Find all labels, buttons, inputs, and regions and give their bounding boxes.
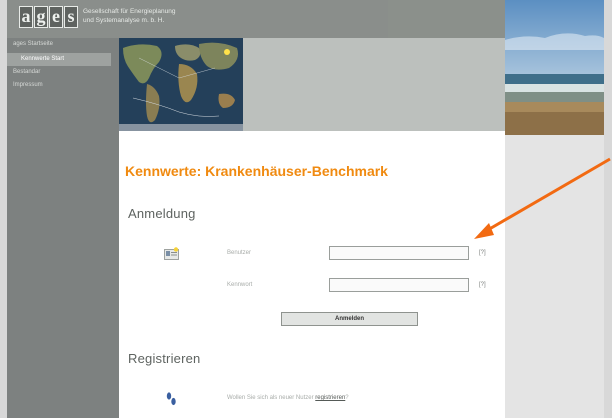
password-input[interactable] [329,278,469,292]
register-heading: Registrieren [128,351,201,366]
logo-letter: g [34,6,48,28]
left-border [0,0,7,418]
main-content: Kennwerte: Krankenhäuser-Benchmark Anmel… [119,131,505,418]
sidebar-item-bestand[interactable]: Bestandar [7,66,119,79]
password-help-link[interactable]: [?] [479,282,486,288]
password-label: Kennwort [227,282,253,288]
sidebar-item-home[interactable]: ages Startseite [7,38,119,51]
sidebar-item-kennwerte[interactable]: Kennwerte Start [7,53,111,66]
ages-logo[interactable]: a g e s [19,6,78,30]
user-help-link[interactable]: [?] [479,250,486,256]
company-line-2: und Systemanalyse m. b. H. [83,17,165,24]
login-card-icon [164,247,179,260]
company-line-1: Gesellschaft für Energieplanung [83,8,176,15]
register-suffix: ? [345,395,349,401]
logo-letter: s [64,6,78,28]
register-text: Wollen Sie sich als neuer Nutzer [227,395,314,401]
footprints-icon [165,391,177,407]
sidebar: ages Startseite Kennwerte Start Bestanda… [7,38,119,418]
company-name: Gesellschaft für Energieplanung und Syst… [83,7,176,25]
sidebar-item-impressum[interactable]: Impressum [7,79,119,92]
user-label: Benutzer [227,250,252,256]
register-prompt: Wollen Sie sich als neuer Nutzer registr… [227,395,349,401]
register-link[interactable]: registrieren [315,395,345,401]
logo-letter: a [19,6,33,28]
right-panel [505,135,604,418]
banner-block [243,38,505,131]
logo-letter: e [49,6,63,28]
world-map-image [119,38,243,131]
beach-photo [505,0,604,135]
user-input[interactable] [329,246,469,260]
right-border [604,0,612,418]
page-title: Kennwerte: Krankenhäuser-Benchmark [125,163,388,179]
login-button[interactable]: Anmelden [281,312,418,326]
login-heading: Anmeldung [128,206,196,221]
